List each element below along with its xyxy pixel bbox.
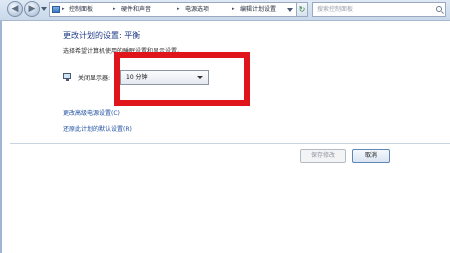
address-bar: ◀ ▶ ▸ 控制面板 ▸ 硬件和声音 ▸ 电源选项 ▸ 编辑计划设置 ↻ 搜索控… xyxy=(0,0,450,21)
forward-button[interactable]: ▶ xyxy=(24,1,40,17)
advanced-power-settings-link[interactable]: 更改高级电源设置(C) xyxy=(63,108,120,117)
forward-arrow-icon: ▶ xyxy=(28,4,36,14)
search-placeholder: 搜索控制面板 xyxy=(317,6,354,13)
breadcrumb-separator-icon: ▸ xyxy=(232,6,235,12)
back-button[interactable]: ◀ xyxy=(7,1,23,17)
breadcrumb-item-edit-plan[interactable]: 编辑计划设置 xyxy=(240,3,276,16)
save-button[interactable]: 保存修改 xyxy=(300,149,346,163)
refresh-button[interactable]: ↻ xyxy=(296,2,308,17)
cancel-button[interactable]: 取消 xyxy=(352,149,390,163)
recent-pages-dropdown-icon[interactable] xyxy=(41,7,47,11)
monitor-icon xyxy=(63,73,71,81)
window-left-edge xyxy=(0,20,2,253)
control-panel-icon xyxy=(52,6,60,13)
breadcrumb-item-hardware-sound[interactable]: 硬件和声音 xyxy=(121,3,151,16)
page-title: 更改计划的设置: 平衡 xyxy=(63,31,141,40)
search-input[interactable]: 搜索控制面板 xyxy=(312,2,446,17)
breadcrumb[interactable]: ▸ 控制面板 ▸ 硬件和声音 ▸ 电源选项 ▸ 编辑计划设置 xyxy=(49,2,297,17)
breadcrumb-separator-icon: ▸ xyxy=(62,6,65,12)
breadcrumb-separator-icon: ▸ xyxy=(177,6,180,12)
breadcrumb-item-power-options[interactable]: 电源选项 xyxy=(185,3,209,16)
turn-off-display-label: 关闭显示器: xyxy=(78,75,111,82)
refresh-icon: ↻ xyxy=(298,5,306,14)
address-dropdown-icon[interactable] xyxy=(287,8,293,12)
breadcrumb-separator-icon: ▸ xyxy=(113,6,116,12)
divider xyxy=(10,143,450,144)
restore-defaults-link[interactable]: 还原此计划的默认设置(R) xyxy=(63,124,132,133)
back-arrow-icon: ◀ xyxy=(11,4,19,14)
highlight-annotation-box xyxy=(114,52,250,106)
search-icon[interactable] xyxy=(436,6,442,12)
breadcrumb-item-control-panel[interactable]: 控制面板 xyxy=(69,3,93,16)
